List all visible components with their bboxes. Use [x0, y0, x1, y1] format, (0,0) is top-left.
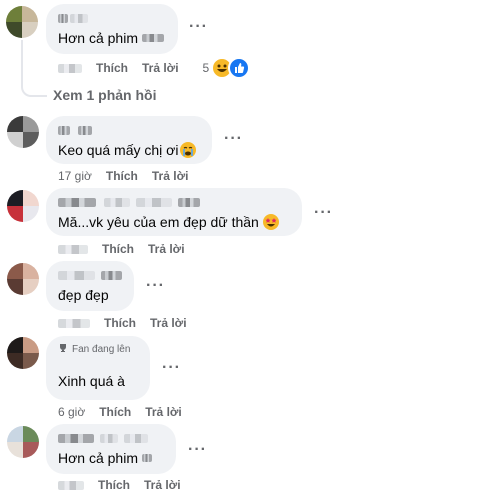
like-button[interactable]: Thích: [106, 169, 138, 183]
avatar-pixel: [23, 132, 39, 148]
reaction-summary[interactable]: 5: [203, 57, 251, 79]
comment-bubble: Hơn cả phim: [46, 4, 178, 54]
fan-badge-label: Fan đang lên: [72, 344, 131, 355]
more-options-icon[interactable]: ···: [224, 130, 243, 148]
timestamp-redacted: [58, 318, 90, 328]
commenter-name-redacted[interactable]: [58, 268, 122, 283]
timestamp-redacted: [58, 63, 82, 73]
crying-face-icon: [180, 142, 197, 158]
avatar-pixel: [23, 190, 39, 206]
avatar-pixel: [23, 426, 39, 442]
avatar-pixel: [7, 442, 23, 458]
timestamp-redacted: [58, 480, 84, 490]
like-button[interactable]: Thích: [102, 242, 134, 256]
trophy-icon: [58, 343, 68, 356]
avatar[interactable]: [6, 6, 38, 38]
comment-bubble: Mă...vk yêu của em đẹp dữ thần: [46, 188, 302, 236]
avatar-pixel: [23, 442, 39, 458]
commenter-name-redacted[interactable]: [58, 11, 166, 26]
like-button[interactable]: Thích: [104, 316, 136, 330]
avatar-pixel: [7, 337, 23, 353]
more-options-icon[interactable]: ···: [146, 277, 165, 295]
comment-actions: Thích Trả lời 5: [58, 57, 251, 79]
more-options-icon[interactable]: ···: [162, 359, 181, 377]
view-replies-link[interactable]: Xem 1 phản hồi: [53, 87, 156, 103]
reply-button[interactable]: Trả lời: [152, 169, 189, 183]
avatar-pixel: [23, 263, 39, 279]
comment-bubble: Keo quá mấy chị ơi: [46, 116, 212, 164]
avatar[interactable]: [7, 337, 39, 369]
avatar-pixel: [23, 353, 39, 369]
avatar-pixel: [7, 279, 23, 295]
avatar-pixel: [23, 337, 39, 353]
reaction-count: 5: [202, 61, 210, 75]
comment-actions: Thích Trả lời: [58, 241, 185, 257]
comment-text: Hơn cả phim: [58, 29, 166, 48]
avatar-pixel: [7, 426, 23, 442]
timestamp[interactable]: 6 giờ: [58, 405, 85, 419]
thread-connector: [21, 40, 47, 97]
avatar[interactable]: [7, 426, 39, 458]
comment-actions: 17 giờ Thích Trả lời: [58, 168, 188, 184]
like-button[interactable]: Thích: [99, 405, 131, 419]
avatar-pixel: [7, 353, 23, 369]
commenter-name-redacted[interactable]: [58, 431, 164, 446]
more-options-icon[interactable]: ···: [188, 441, 207, 459]
avatar[interactable]: [7, 263, 39, 295]
avatar-pixel: [7, 206, 23, 222]
avatar-pixel: [7, 116, 23, 132]
avatar-pixel: [23, 279, 39, 295]
more-options-icon[interactable]: ···: [314, 204, 333, 222]
comment-actions: 6 giờ Thích Trả lời: [58, 404, 182, 420]
avatar-pixel: [22, 6, 38, 22]
commenter-name-redacted[interactable]: [58, 123, 200, 138]
comment-text: đẹp đẹp: [58, 287, 109, 303]
avatar-pixel: [23, 116, 39, 132]
comment-bubble: Fan đang lên Xinh quá à: [46, 336, 150, 400]
avatar[interactable]: [7, 190, 39, 222]
like-reaction-icon: [228, 57, 251, 79]
comment-text: Xinh quá à: [58, 373, 125, 389]
comment-actions: Thích Trả lời: [58, 477, 181, 493]
avatar-pixel: [6, 6, 22, 22]
avatar[interactable]: [7, 116, 39, 148]
more-options-icon[interactable]: ···: [189, 18, 208, 36]
commenter-name-redacted[interactable]: [58, 195, 290, 210]
comment-text: Keo quá mấy chị ơi: [58, 141, 200, 160]
reply-button[interactable]: Trả lời: [142, 61, 179, 75]
comment-text: Hơn cả phim: [58, 449, 164, 468]
like-button[interactable]: Thích: [96, 61, 128, 75]
comment-actions: Thích Trả lời: [58, 315, 187, 331]
comment-bubble: Hơn cả phim: [46, 424, 176, 474]
avatar-pixel: [7, 132, 23, 148]
avatar-pixel: [22, 22, 38, 38]
timestamp[interactable]: 17 giờ: [58, 169, 92, 183]
reply-button[interactable]: Trả lời: [148, 242, 185, 256]
avatar-pixel: [7, 263, 23, 279]
avatar-pixel: [6, 22, 22, 38]
comment-text: Mă...vk yêu của em đẹp dữ thần: [58, 213, 290, 232]
timestamp-redacted: [58, 244, 88, 254]
comment-bubble: đẹp đẹp: [46, 261, 134, 311]
reply-button[interactable]: Trả lời: [145, 405, 182, 419]
avatar-pixel: [7, 190, 23, 206]
avatar-pixel: [23, 206, 39, 222]
fan-badge: Fan đang lên: [58, 343, 138, 356]
reply-button[interactable]: Trả lời: [150, 316, 187, 330]
star-struck-face-icon: [262, 214, 279, 230]
